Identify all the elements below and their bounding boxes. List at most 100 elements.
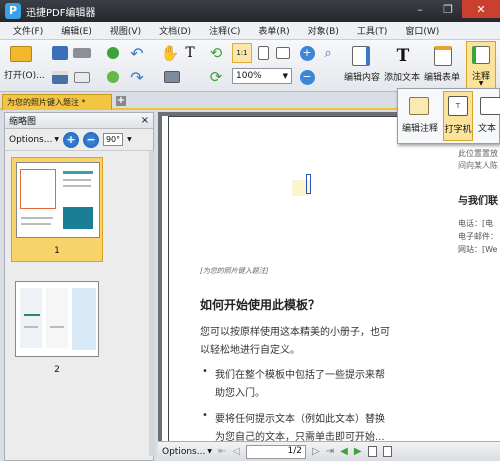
- undo-icon: ↶: [130, 43, 144, 63]
- print-button[interactable]: [50, 68, 70, 86]
- forward-icon[interactable]: ▶: [354, 446, 362, 457]
- last-page-icon[interactable]: ⇥: [326, 446, 334, 457]
- hand-tool-button[interactable]: ✋: [160, 43, 180, 63]
- zoom-out-icon: −: [299, 69, 315, 85]
- typewriter-button[interactable]: T 打字机: [443, 91, 473, 141]
- close-button[interactable]: ✕: [462, 0, 500, 18]
- add-tab-button[interactable]: +: [116, 96, 126, 106]
- page-current: 1: [287, 445, 294, 456]
- prev-page-icon[interactable]: ◁: [232, 446, 240, 457]
- minimize-button[interactable]: –: [406, 0, 434, 18]
- bullet-icon: •: [202, 366, 208, 377]
- add-text-label[interactable]: 添加文本: [384, 70, 420, 83]
- thumbnail-zoom-out-button[interactable]: −: [82, 131, 99, 148]
- add-text-button[interactable]: T: [390, 43, 416, 69]
- menu-file[interactable]: 文件(F): [4, 24, 52, 37]
- edit-annotation-label[interactable]: 编辑注释: [402, 121, 438, 134]
- menu-form[interactable]: 表单(R): [249, 24, 298, 37]
- typewriter-label: 打字机: [444, 125, 472, 135]
- pdf-page[interactable]: [为您的照片键入题注] 如何开始使用此模板？ 您可以按原样使用这本精美的小册子，…: [162, 116, 500, 446]
- page-number-input[interactable]: 1/2: [246, 444, 307, 459]
- printer-icon: [52, 70, 68, 84]
- thumbnail-page-2[interactable]: 2: [11, 277, 103, 382]
- save-button[interactable]: [50, 44, 70, 62]
- actual-size-button[interactable]: 1:1: [232, 43, 252, 63]
- rotate-cw-button[interactable]: ⟳: [207, 68, 225, 86]
- zoom-select[interactable]: 100% ▼: [232, 68, 292, 84]
- annotate-button[interactable]: 注释 ▼: [466, 41, 496, 89]
- status-options-dropdown[interactable]: Options... ▼: [162, 447, 212, 457]
- doc-heading: 如何开始使用此模板？: [200, 298, 321, 312]
- menu-window[interactable]: 窗口(W): [396, 24, 448, 37]
- annotate-icon: [472, 46, 490, 64]
- fit-width-button[interactable]: [274, 43, 292, 63]
- fit-page-button[interactable]: [254, 43, 272, 63]
- menu-document[interactable]: 文档(D): [150, 24, 200, 37]
- contact-heading: 与我们联: [458, 196, 498, 207]
- rotate-page-button[interactable]: 90°: [102, 133, 124, 146]
- annotate-popup: 编辑注释 T 打字机 文本: [397, 88, 500, 144]
- thumbnail-page-number: 1: [54, 246, 60, 256]
- thumbnail-options-label: Options...: [9, 134, 53, 145]
- page-total: 2: [296, 445, 303, 456]
- menu-edit[interactable]: 编辑(E): [52, 24, 101, 37]
- chevron-down-icon[interactable]: ▼: [127, 136, 132, 143]
- open-label[interactable]: 打开(O)...: [4, 68, 45, 81]
- menu-tools[interactable]: 工具(T): [348, 24, 397, 37]
- doc-bullet-1-line-1: 我们在整个模板中包括了一些提示来帮: [215, 370, 385, 381]
- redo-button[interactable]: ↷: [126, 68, 148, 87]
- thumbnail-page-1[interactable]: 1: [11, 157, 103, 262]
- window-title: 迅捷PDF编辑器: [26, 7, 96, 19]
- annotate-dropdown-icon: ▼: [478, 80, 484, 87]
- next-page-icon[interactable]: ▷: [312, 446, 320, 457]
- edit-annotation-button[interactable]: [406, 93, 432, 119]
- status-options-label: Options...: [162, 446, 206, 457]
- hand-icon: ✋: [160, 44, 180, 62]
- back-icon[interactable]: ◀: [340, 446, 348, 457]
- zoom-in-button[interactable]: +: [297, 43, 317, 63]
- zoom-out-button[interactable]: −: [297, 68, 317, 86]
- thumbnail-options-dropdown[interactable]: Options... ▼: [9, 135, 59, 145]
- undo-button[interactable]: ↶: [126, 43, 148, 63]
- open-button[interactable]: [8, 43, 34, 65]
- edit-form-label[interactable]: 编辑表单: [424, 70, 460, 83]
- single-page-view-icon[interactable]: [367, 446, 377, 457]
- chevron-down-icon: ▼: [54, 136, 59, 143]
- chevron-down-icon: ▼: [282, 72, 288, 80]
- thumbnail-zoom-in-button[interactable]: +: [62, 131, 79, 148]
- arrow-left-green-icon: [107, 47, 119, 59]
- typewriter-annotation[interactable]: [292, 174, 311, 196]
- first-page-icon[interactable]: ⇤: [218, 446, 226, 457]
- thumbnail-scrollbar[interactable]: [149, 151, 155, 456]
- text-box-button[interactable]: [480, 93, 500, 119]
- text-box-label[interactable]: 文本: [478, 121, 496, 134]
- continuous-view-icon[interactable]: [382, 446, 392, 457]
- fit-page-icon: [257, 46, 269, 60]
- edit-form-button[interactable]: [430, 43, 456, 69]
- email-button[interactable]: [72, 68, 92, 86]
- rotate-ccw-button[interactable]: ⟲: [207, 44, 225, 62]
- edit-content-label[interactable]: 编辑内容: [344, 70, 380, 83]
- menu-view[interactable]: 视图(V): [101, 24, 150, 37]
- envelope-icon: [74, 71, 90, 83]
- document-tab[interactable]: 为您的照片键入题注 *: [2, 94, 112, 110]
- photo-caption: [为您的照片键入题注]: [200, 267, 269, 275]
- page-export-button[interactable]: [104, 68, 122, 86]
- snapshot-button[interactable]: [162, 68, 182, 86]
- thumbnail-page-number: 2: [54, 365, 60, 375]
- scanner-icon: [73, 48, 91, 58]
- text-box-icon: [480, 97, 500, 115]
- save-icon: [52, 46, 68, 60]
- rotate-right-icon: ⟳: [209, 68, 223, 86]
- page-import-button[interactable]: [104, 44, 122, 62]
- menu-object[interactable]: 对象(B): [299, 24, 348, 37]
- panel-close-icon[interactable]: ×: [141, 115, 149, 126]
- thumbnail-toolbar: Options... ▼ + − 90° ▼: [5, 129, 153, 151]
- zoom-tool-button[interactable]: ⌕: [320, 43, 336, 63]
- scanner-button[interactable]: [72, 44, 92, 62]
- select-text-button[interactable]: T: [180, 43, 200, 63]
- folder-icon: [10, 46, 32, 62]
- maximize-button[interactable]: ❐: [434, 0, 462, 18]
- menu-comment[interactable]: 注释(C): [200, 24, 249, 37]
- edit-content-button[interactable]: [348, 43, 374, 69]
